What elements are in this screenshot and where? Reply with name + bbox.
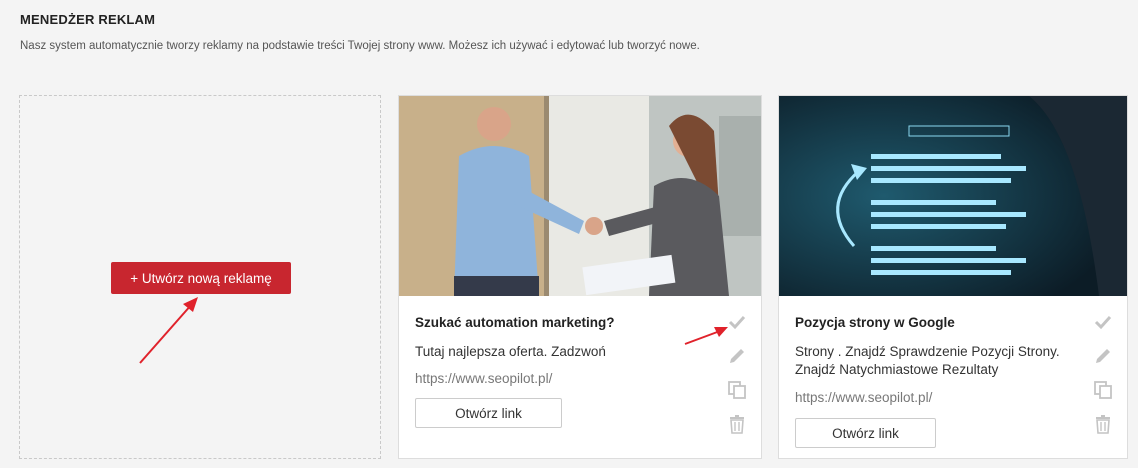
page-title: MENEDŻER REKLAM (20, 12, 156, 27)
ad-image-handshake (399, 96, 761, 296)
ad-title: Szukać automation marketing? (415, 315, 615, 330)
ad-card: Szukać automation marketing? Tutaj najle… (398, 95, 762, 459)
trash-icon[interactable] (727, 414, 747, 434)
check-icon[interactable] (1093, 312, 1113, 332)
open-link-button[interactable]: Otwórz link (795, 418, 936, 448)
edit-icon[interactable] (727, 346, 747, 366)
edit-icon[interactable] (1093, 346, 1113, 366)
annotation-arrow-icon (684, 327, 728, 345)
ad-card: Pozycja strony w Google Strony . Znajdź … (778, 95, 1128, 459)
copy-icon[interactable] (1093, 380, 1113, 400)
annotation-arrow-icon (139, 297, 198, 364)
trash-icon[interactable] (1093, 414, 1113, 434)
page-subtitle: Nasz system automatycznie tworzy reklamy… (20, 40, 700, 52)
ad-image-search-results (779, 96, 1127, 296)
ad-url: https://www.seopilot.pl/ (415, 371, 553, 386)
copy-icon[interactable] (727, 380, 747, 400)
ad-description: Tutaj najlepsza oferta. Zadzwoń (415, 344, 606, 359)
open-link-button[interactable]: Otwórz link (415, 398, 562, 428)
ad-url: https://www.seopilot.pl/ (795, 390, 933, 405)
ad-title: Pozycja strony w Google (795, 315, 955, 330)
ad-description: Strony . Znajdź Sprawdzenie Pozycji Stro… (795, 344, 1060, 377)
